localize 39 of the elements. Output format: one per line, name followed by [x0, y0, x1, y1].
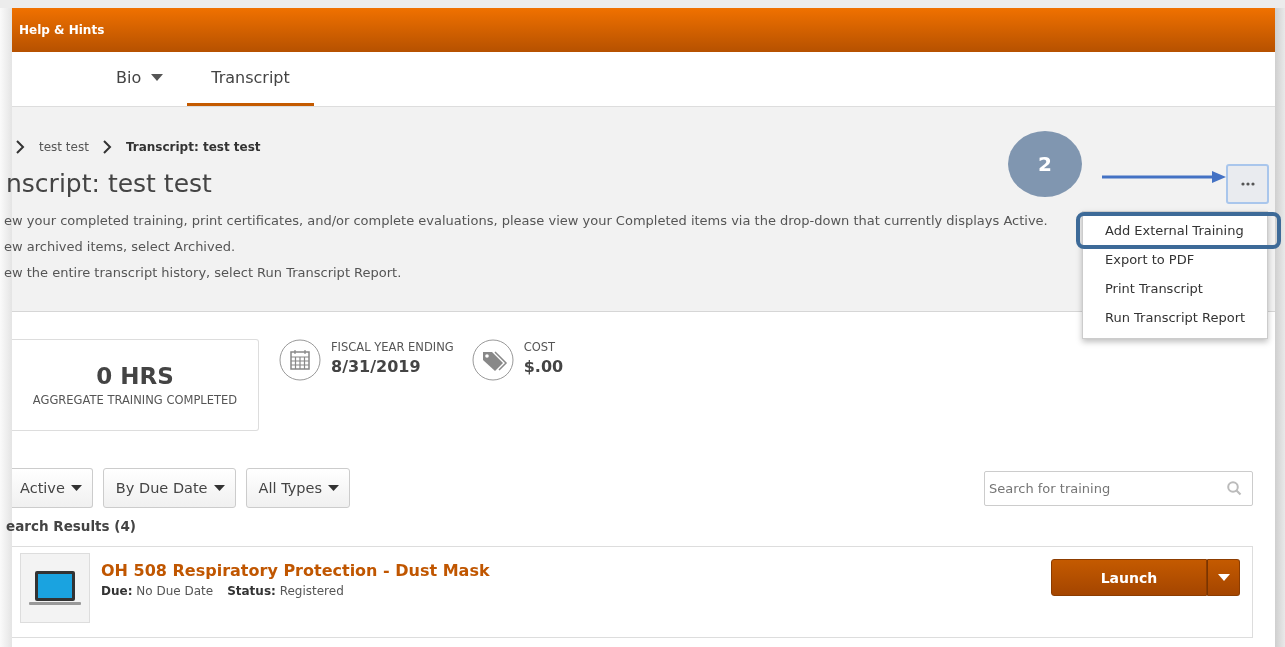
- tag-icon: [471, 339, 514, 381]
- arrow-icon: [1102, 171, 1226, 183]
- calendar-icon: [279, 339, 321, 381]
- menu-item[interactable]: Print Transcript: [1083, 274, 1267, 303]
- stat-value: $.00: [523, 357, 564, 376]
- launch-button[interactable]: Launch: [1051, 559, 1207, 596]
- hours-label: AGGREGATE TRAINING COMPLETED: [32, 393, 238, 407]
- filter-dropdown[interactable]: All Types: [245, 468, 350, 508]
- menu-item[interactable]: Export to PDF: [1083, 245, 1267, 274]
- caret-icon: [328, 485, 339, 491]
- results-heading: earch Results (4): [6, 518, 137, 534]
- caret-icon: [1217, 574, 1230, 581]
- ellipsis-icon: [1240, 182, 1255, 186]
- laptop-icon: [29, 570, 81, 606]
- due-text: Due: No Due Date: [101, 584, 214, 598]
- breadcrumb-link[interactable]: test test: [39, 140, 89, 154]
- filter-dropdown[interactable]: By Due Date: [102, 468, 236, 508]
- search-field[interactable]: Search for training: [984, 470, 1253, 506]
- stat-value: 8/31/2019: [331, 357, 422, 376]
- caret-icon: [213, 485, 225, 491]
- menu-item[interactable]: Run Transcript Report: [1083, 303, 1267, 332]
- caret-icon: [70, 485, 82, 491]
- page-title: nscript: test test: [6, 169, 212, 198]
- stat-label: FISCAL YEAR ENDING: [331, 340, 454, 354]
- step-number-badge: 2: [1008, 131, 1082, 197]
- chevron-icon: [16, 140, 25, 154]
- header-title: Help & Hints: [19, 23, 105, 37]
- launch-options-button[interactable]: [1207, 559, 1240, 596]
- search-icon: [1227, 480, 1242, 496]
- hours-value: 0 HRS: [96, 363, 174, 389]
- filter-dropdown[interactable]: Active: [12, 468, 93, 508]
- course-title-link[interactable]: OH 508 Respiratory Protection - Dust Mask: [101, 561, 490, 580]
- instruction-text: ew the entire transcript history, select Run Transcript Report.: [4, 264, 403, 282]
- instruction-text: ew archived items, select Archived.: [4, 238, 237, 256]
- status-text: Status: Registered: [227, 584, 344, 598]
- breadcrumb-link[interactable]: Transcript: test test: [125, 140, 261, 154]
- chevron-icon: [102, 140, 112, 154]
- stat-label: COST: [523, 340, 557, 354]
- tab[interactable]: Bio: [92, 52, 188, 106]
